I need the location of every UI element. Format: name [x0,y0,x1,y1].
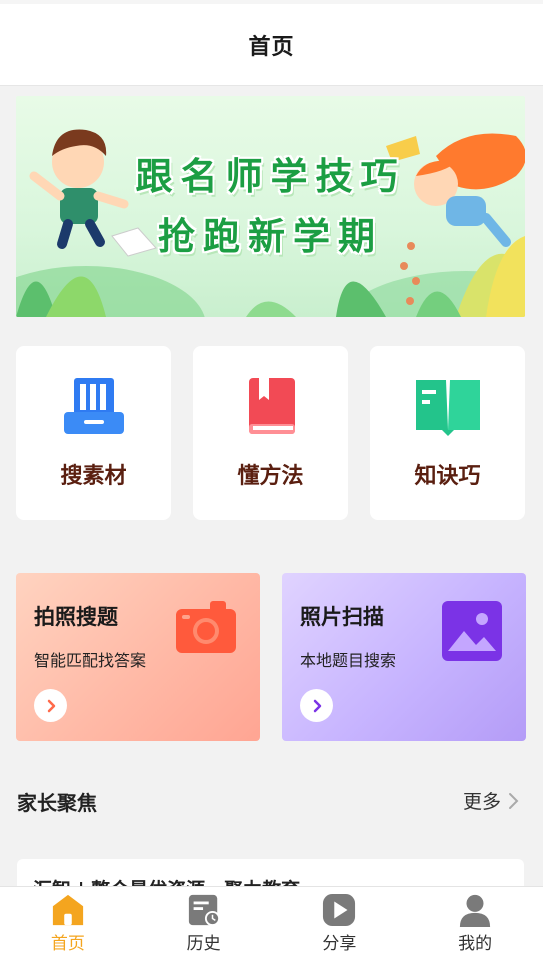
nav-header: 首页 [0,4,543,86]
tab-label: 我的 [458,934,493,954]
chevron-right-icon [47,699,55,712]
tab-home[interactable]: 首页 [0,887,136,954]
history-icon [188,894,220,927]
section-title: 家长聚焦 [17,791,97,815]
more-link[interactable]: 更多 [463,787,519,814]
chevron-right-icon [509,792,519,809]
chevron-right-icon [313,699,321,712]
category-learn-methods[interactable]: 懂方法 [193,346,348,520]
card-subtitle: 智能匹配找答案 [34,651,147,670]
play-share-icon [323,893,356,927]
photo-scan-card[interactable]: 照片扫描 本地题目搜索 [282,573,526,741]
book-icon [248,378,295,434]
category-label: 搜素材 [60,464,127,489]
banner-headline-1: 跟名师学技巧 [135,155,406,198]
tab-history[interactable]: 历史 [136,887,272,954]
more-label: 更多 [462,791,501,813]
banner-headline-2: 抢跑新学期 [158,215,383,258]
document-stack-icon [63,378,124,434]
category-label: 知诀巧 [414,464,481,489]
open-book-icon [415,380,480,436]
camera-icon [176,601,236,653]
photo-search-card[interactable]: 拍照搜题 智能匹配找答案 [16,573,260,741]
category-label: 懂方法 [237,464,304,489]
tab-share[interactable]: 分享 [272,887,408,954]
photo-search-go-button[interactable] [34,689,67,722]
photo-scan-go-button[interactable] [300,689,333,722]
home-icon [52,894,83,926]
tab-label: 首页 [50,934,85,954]
category-tips[interactable]: 知诀巧 [370,346,525,520]
card-title: 拍照搜题 [34,605,118,629]
card-subtitle: 本地题目搜索 [300,651,397,670]
tab-label: 历史 [186,934,221,954]
tab-label: 分享 [322,934,357,954]
card-title: 照片扫描 [300,605,384,629]
category-search-materials[interactable]: 搜素材 [16,346,171,520]
image-icon [442,601,502,661]
user-icon [460,894,491,927]
promo-banner[interactable]: 跟名师学技巧 抢跑新学期 [16,96,525,317]
tab-mine[interactable]: 我的 [407,887,543,954]
page-title: 首页 [248,34,295,60]
bottom-tab-bar: 首页 历史 分享 我的 [0,886,543,954]
